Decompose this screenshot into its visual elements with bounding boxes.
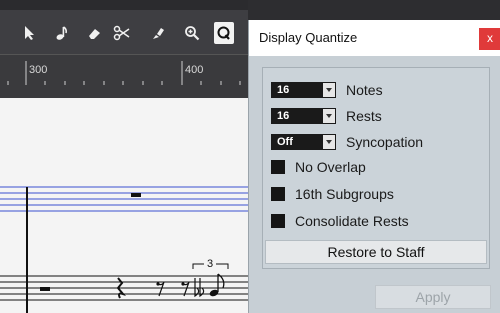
consolidate-rests-checkbox[interactable]	[271, 214, 285, 228]
tuplet-label: 3	[207, 258, 213, 270]
notes-label: Notes	[346, 82, 383, 98]
chevron-down-icon[interactable]	[323, 135, 335, 149]
rests-dropdown[interactable]: 16	[271, 108, 336, 124]
notes-value: 16	[277, 84, 290, 96]
consolidate-rests-row: Consolidate Rests	[271, 212, 409, 230]
editor-toolbar	[0, 0, 248, 54]
subgroups-label: 16th Subgroups	[295, 186, 394, 202]
toolbar-top-strip	[0, 0, 248, 10]
score-editor[interactable]: 3	[0, 98, 248, 313]
notes-dropdown[interactable]: 16	[271, 82, 336, 98]
subgroups-checkbox[interactable]	[271, 187, 285, 201]
ruler-ticks	[7, 61, 241, 85]
syncopation-value: Off	[277, 136, 293, 148]
syncopation-dropdown[interactable]: Off	[271, 134, 336, 150]
rests-value: 16	[277, 110, 290, 122]
score-notation: 3	[0, 186, 248, 313]
dialog-title: Display Quantize	[259, 30, 358, 45]
dialog-titlebar[interactable]: Display Quantize x	[249, 20, 500, 56]
restore-to-staff-button[interactable]: Restore to Staff	[265, 240, 487, 264]
syncopation-row: Off Syncopation	[271, 133, 423, 151]
eraser-tool-icon[interactable]	[84, 22, 104, 44]
no-overlap-row: No Overlap	[271, 158, 366, 176]
close-button[interactable]: x	[479, 28, 500, 50]
display-quantize-dialog: Display Quantize x 16 Notes 16 Rests Off…	[248, 20, 500, 313]
quantize-options-panel: 16 Notes 16 Rests Off Syncopation No Ove…	[262, 67, 490, 269]
chevron-down-icon[interactable]	[323, 109, 335, 123]
consolidate-rests-label: Consolidate Rests	[295, 213, 409, 229]
no-overlap-checkbox[interactable]	[271, 160, 285, 174]
syncopation-label: Syncopation	[346, 134, 424, 150]
apply-button[interactable]: Apply	[375, 285, 491, 309]
subgroups-row: 16th Subgroups	[271, 185, 394, 203]
glue-tool-icon[interactable]	[148, 22, 168, 44]
rests-row: 16 Rests	[271, 107, 382, 125]
chevron-down-icon[interactable]	[323, 83, 335, 97]
zoom-tool-icon[interactable]	[182, 22, 202, 44]
note-tool-icon[interactable]	[52, 22, 72, 44]
notes-row: 16 Notes	[271, 81, 383, 99]
timeline-ruler[interactable]: 300 400	[0, 54, 248, 99]
select-tool-icon[interactable]	[20, 22, 40, 44]
quantize-tool-icon[interactable]	[214, 22, 234, 44]
rests-label: Rests	[346, 108, 382, 124]
scissors-tool-icon[interactable]	[112, 22, 132, 44]
no-overlap-label: No Overlap	[295, 159, 366, 175]
